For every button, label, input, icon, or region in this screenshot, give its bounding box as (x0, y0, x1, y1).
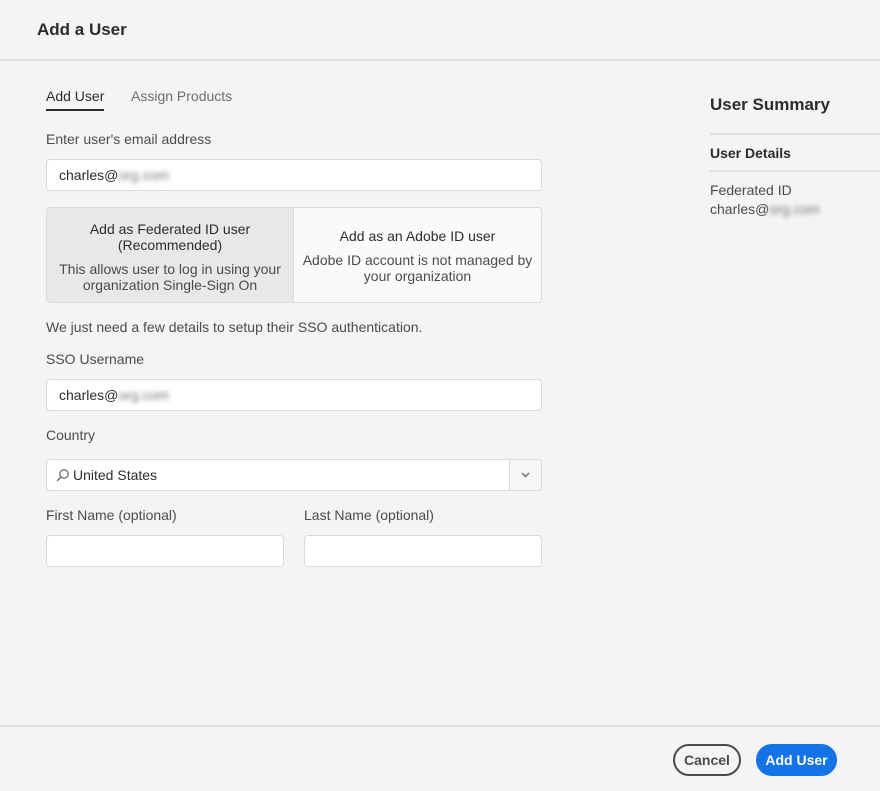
federated-desc-1: This allows user to log in using your (47, 261, 293, 277)
first-name-label: First Name (optional) (46, 507, 177, 523)
email-value: charles@ (59, 167, 118, 183)
adobe-desc-2: your organization (294, 268, 541, 284)
summary-id-type: Federated ID (710, 182, 792, 198)
tab-assign-products[interactable]: Assign Products (131, 88, 232, 109)
add-user-button[interactable]: Add User (756, 744, 837, 776)
sso-note: We just need a few details to setup thei… (46, 319, 422, 335)
chevron-down-icon (520, 470, 531, 480)
search-icon (56, 468, 70, 482)
country-value: United States (73, 460, 157, 490)
country-label: Country (46, 427, 95, 443)
adobe-desc-1: Adobe ID account is not managed by (294, 252, 541, 268)
email-field[interactable]: charles@org.com (46, 159, 542, 191)
adobe-id-option[interactable]: Add as an Adobe ID user Adobe ID account… (294, 208, 541, 302)
summary-section-title: User Details (710, 145, 791, 161)
sso-username-label: SSO Username (46, 351, 144, 367)
country-combobox[interactable]: United States (46, 459, 542, 491)
summary-email: charles@org.com (710, 201, 820, 217)
summary-email-value: charles@ (710, 201, 769, 217)
summary-email-domain-blurred: org.com (769, 201, 820, 217)
sso-domain-blurred: org.com (118, 387, 169, 403)
id-type-selector: Add as Federated ID user (Recommended) T… (46, 207, 542, 303)
dialog-title: Add a User (37, 20, 127, 40)
dialog-footer (0, 725, 880, 791)
country-dropdown-button[interactable] (509, 460, 541, 490)
cancel-button[interactable]: Cancel (673, 744, 741, 776)
adobe-title: Add as an Adobe ID user (294, 228, 541, 244)
first-name-field[interactable] (46, 535, 284, 567)
federated-recommended: (Recommended) (47, 237, 293, 253)
last-name-label: Last Name (optional) (304, 507, 434, 523)
summary-divider (710, 133, 880, 135)
last-name-field[interactable] (304, 535, 542, 567)
tab-add-user[interactable]: Add User (46, 88, 104, 111)
summary-title: User Summary (710, 95, 830, 115)
sso-username-field[interactable]: charles@org.com (46, 379, 542, 411)
federated-title: Add as Federated ID user (47, 221, 293, 237)
dialog-header: Add a User (0, 0, 880, 61)
email-domain-blurred: org.com (118, 167, 169, 183)
email-label: Enter user's email address (46, 131, 211, 147)
federated-id-option[interactable]: Add as Federated ID user (Recommended) T… (47, 208, 294, 302)
summary-divider (710, 170, 880, 172)
sso-value: charles@ (59, 387, 118, 403)
federated-desc-2: organization Single-Sign On (47, 277, 293, 293)
